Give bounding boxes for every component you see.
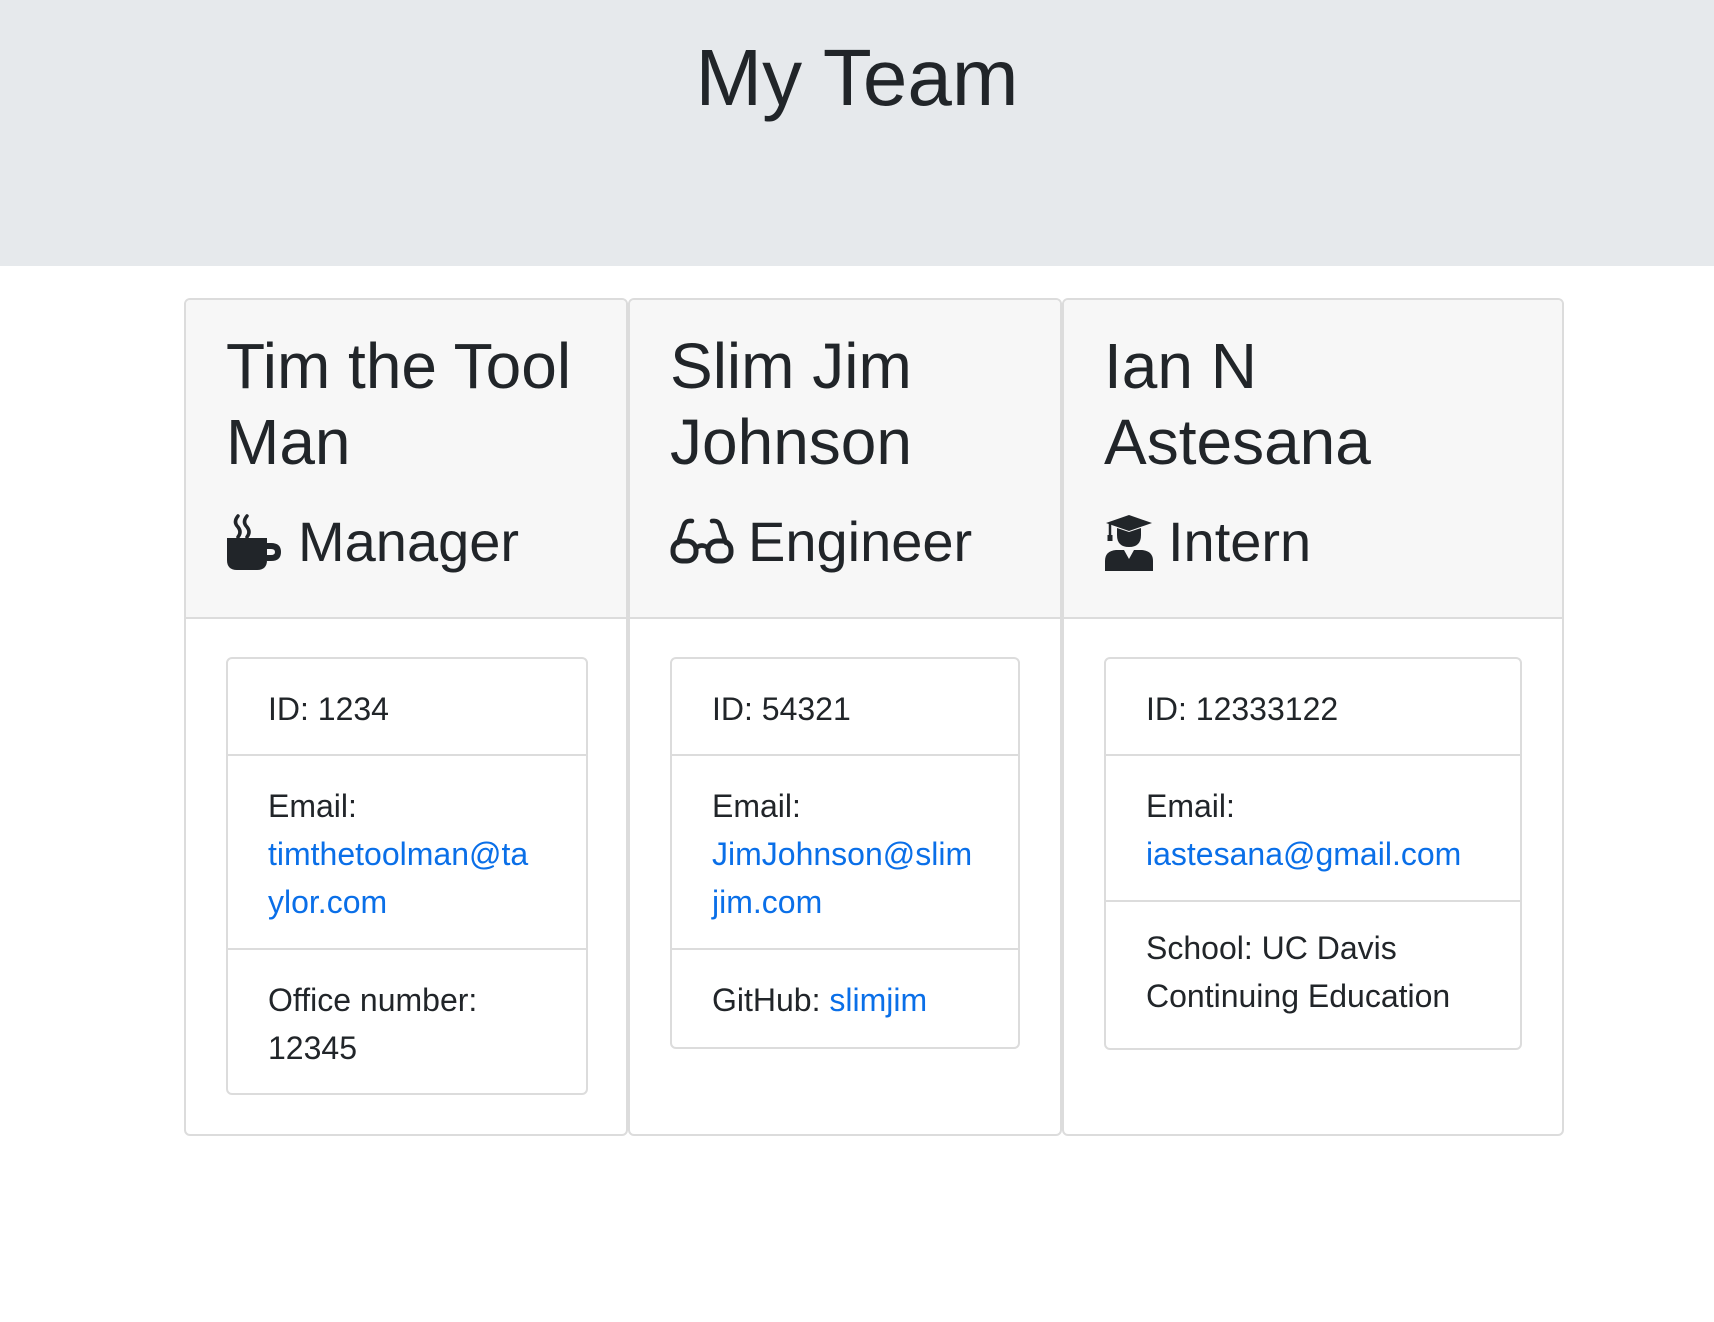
- email-link[interactable]: JimJohnson@slim jim.com: [712, 830, 978, 926]
- page-header: My Team: [0, 0, 1714, 266]
- glasses-icon: [670, 517, 734, 567]
- card-header: Tim the Tool Man Manager: [186, 300, 626, 619]
- card-header: Ian N Astesana Intern: [1064, 300, 1562, 619]
- employee-details-list: ID: 12333122 Email: iastesana@gmail.com …: [1104, 657, 1522, 1050]
- card-header: Slim Jim Johnson Engineer: [630, 300, 1060, 619]
- employee-details-list: ID: 1234 Email: timthetoolman@ta ylor.co…: [226, 657, 588, 1095]
- employee-name: Tim the Tool Man: [226, 330, 572, 478]
- list-item-github: GitHub: slimjim: [712, 982, 928, 1018]
- employee-role: Engineer: [670, 502, 972, 582]
- email-link[interactable]: iastesana@gmail.com: [1146, 830, 1480, 878]
- list-item-email: Email: iastesana@gmail.com: [1106, 756, 1520, 902]
- employee-card-engineer: Slim Jim Johnson Engineer ID: 54321 Emai…: [628, 298, 1062, 1136]
- list-item-email: Email: JimJohnson@slim jim.com: [672, 756, 1018, 950]
- list-item-id: ID: 1234: [228, 659, 586, 756]
- github-link[interactable]: slimjim: [829, 982, 927, 1018]
- employee-role: Intern: [1104, 502, 1311, 582]
- list-item-id: ID: 12333122: [1106, 659, 1520, 756]
- employee-card-manager: Tim the Tool Man Manager ID: 1234 Email:…: [184, 298, 628, 1136]
- email-link[interactable]: timthetoolman@ta ylor.com: [268, 830, 546, 926]
- graduate-icon: [1104, 513, 1154, 571]
- employee-name: Slim Jim Johnson: [670, 330, 912, 478]
- employee-name: Ian N Astesana: [1104, 330, 1371, 478]
- list-item-school: School: UC Davis Continuing Education: [1146, 930, 1451, 1014]
- page-title: My Team: [695, 33, 1019, 122]
- list-item-id: ID: 54321: [672, 659, 1018, 756]
- employee-role: Manager: [226, 502, 519, 582]
- list-item-office-number: Office number: 12345: [268, 982, 478, 1066]
- employee-card-intern: Ian N Astesana Intern ID: 12333122 Email…: [1062, 298, 1564, 1136]
- employee-details-list: ID: 54321 Email: JimJohnson@slim jim.com…: [670, 657, 1020, 1049]
- list-item-email: Email: timthetoolman@ta ylor.com: [228, 756, 586, 950]
- coffee-mug-icon: [226, 512, 284, 572]
